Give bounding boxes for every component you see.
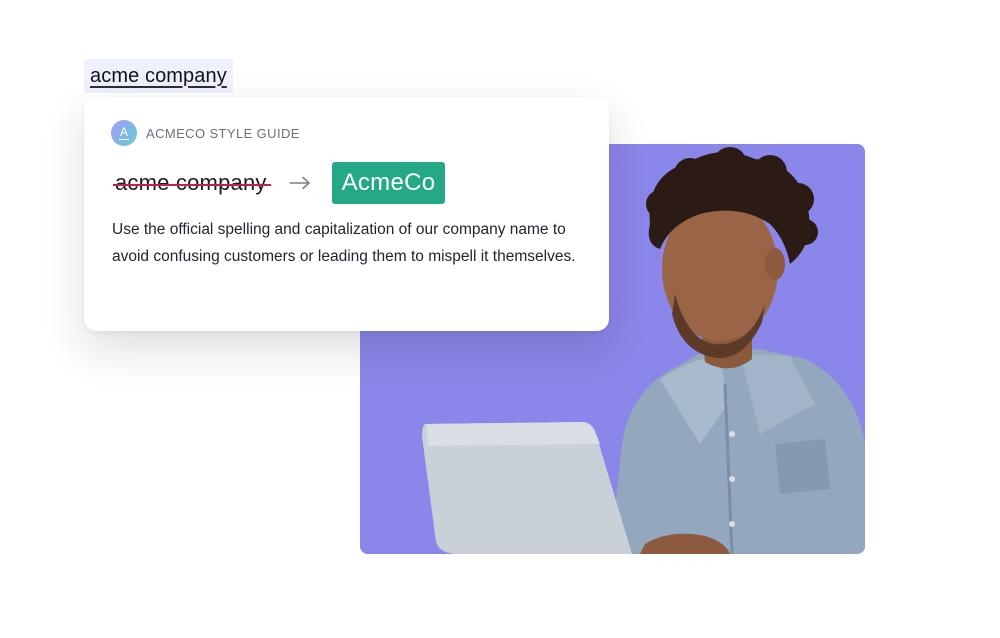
replacement-row: acme company AcmeCo	[115, 162, 446, 204]
suggested-term-button[interactable]: AcmeCo	[331, 162, 446, 204]
card-header: A ACMECO STYLE GUIDE	[111, 120, 300, 146]
stage: acme company A ACMECO STYLE GUIDE acme c…	[0, 0, 1000, 638]
highlighted-term-text[interactable]: acme company	[90, 65, 227, 88]
card-title: ACMECO STYLE GUIDE	[146, 125, 300, 141]
logo-letter: A	[119, 124, 128, 139]
style-guide-logo-icon: A	[111, 120, 137, 146]
suggested-term-label: AcmeCo	[341, 169, 436, 196]
card-description: Use the official spelling and capitaliza…	[112, 221, 576, 265]
highlighted-term[interactable]: acme company	[84, 59, 233, 93]
original-term: acme company	[115, 170, 267, 195]
arrow-right-icon	[288, 176, 310, 190]
style-guide-suggestion-card: A ACMECO STYLE GUIDE acme company AcmeCo…	[84, 97, 609, 331]
